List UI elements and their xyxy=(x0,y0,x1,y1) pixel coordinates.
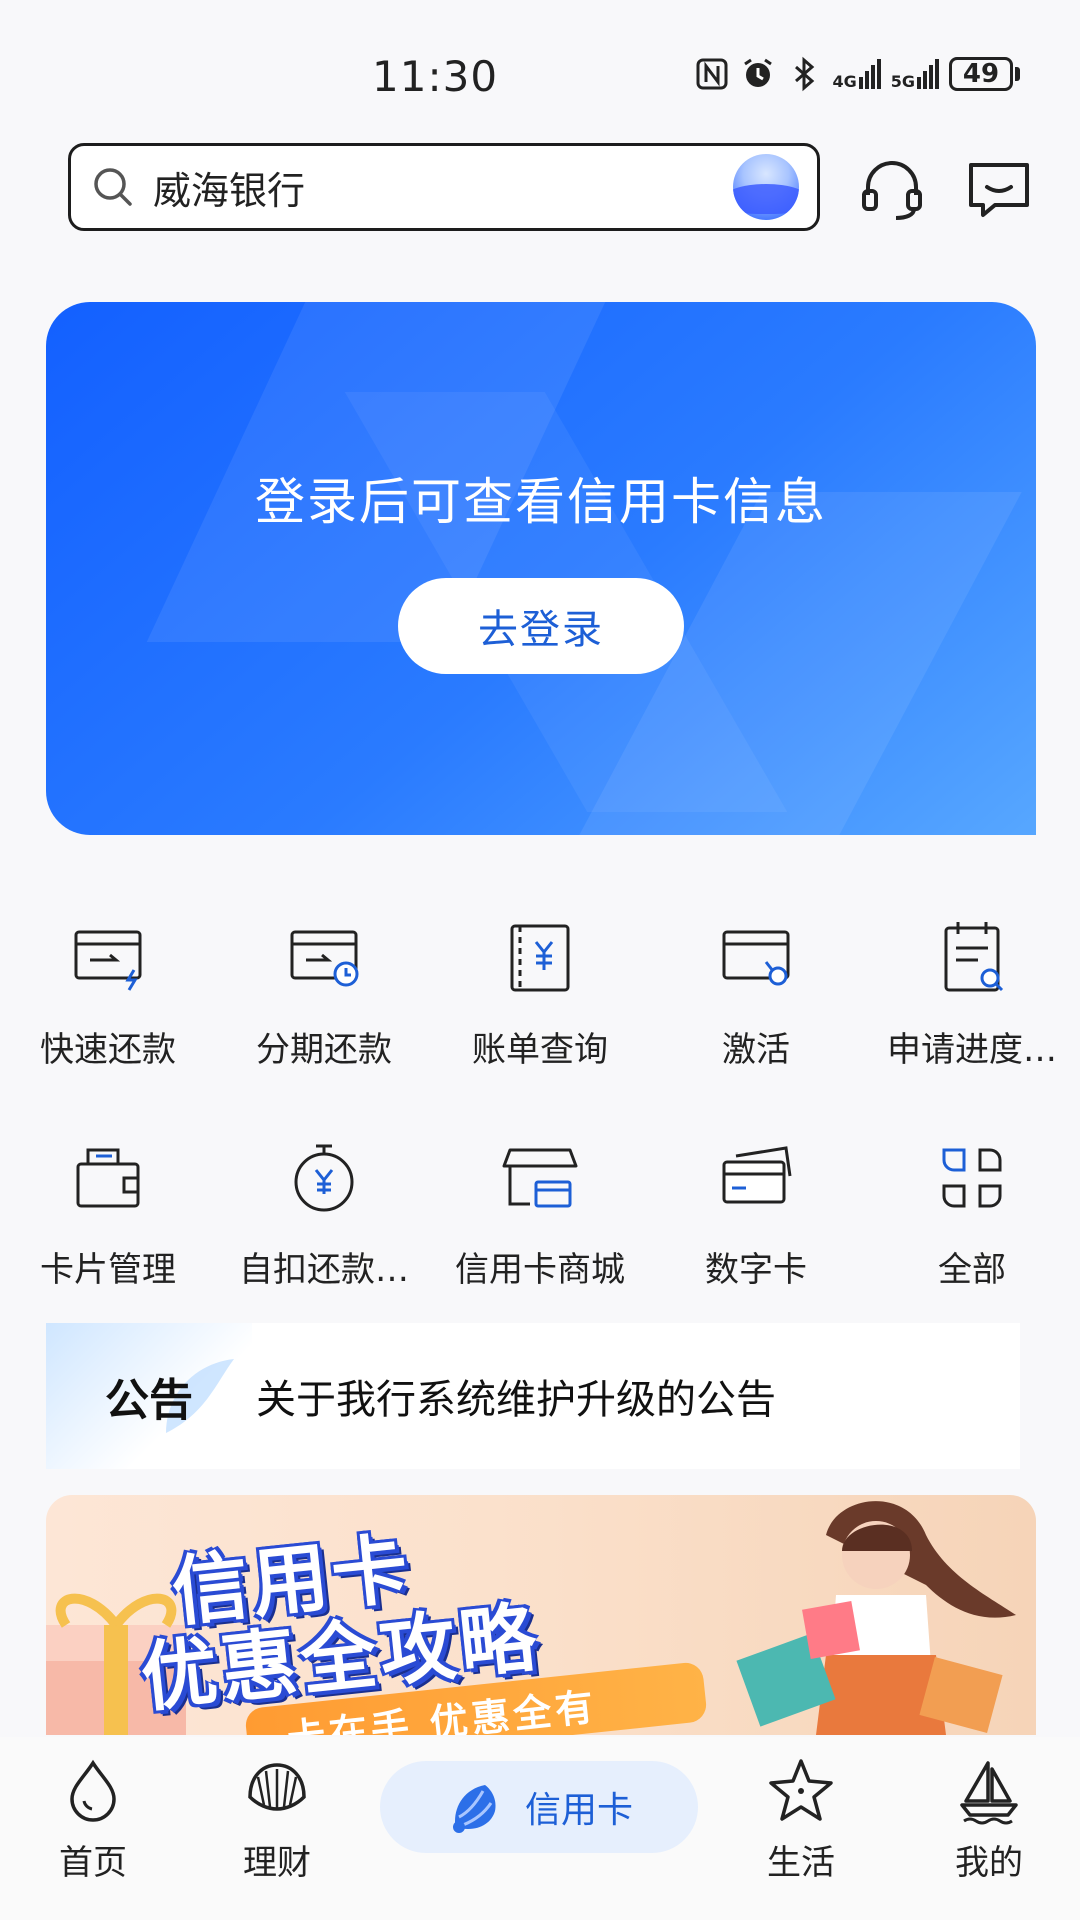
grid-row-1: 快速还款 分期还款 账单查询 激活 申请进度… xyxy=(0,900,1080,1120)
tab-life[interactable]: 生活 xyxy=(756,1755,846,1884)
notice-text: 关于我行系统维护升级的公告 xyxy=(256,1377,776,1423)
application-progress-item[interactable]: 申请进度… xyxy=(864,900,1080,1120)
card-management-item[interactable]: 卡片管理 xyxy=(0,1120,216,1340)
battery-indicator: 49 xyxy=(949,57,1020,91)
login-button[interactable]: 去登录 xyxy=(398,578,684,674)
auto-debit-item[interactable]: 自扣还款… xyxy=(216,1120,432,1340)
tab-credit-card[interactable]: 信用卡 xyxy=(380,1761,698,1853)
digital-card-item[interactable]: 数字卡 xyxy=(648,1120,864,1340)
wealth-shell-icon xyxy=(248,1763,306,1811)
search-text: 威海银行 xyxy=(153,168,306,213)
grid-row-2: 卡片管理 自扣还款… 信用卡商城 数字卡 全部 xyxy=(0,1120,1080,1340)
home-drop-icon xyxy=(70,1759,116,1822)
signal-5g: 5G xyxy=(891,59,939,90)
auto-debit-timer-icon xyxy=(294,1144,354,1212)
quick-repay-item[interactable]: 快速还款 xyxy=(0,900,216,1120)
credit-card-conch-icon xyxy=(452,1785,496,1833)
tab-wealth[interactable]: 理财 xyxy=(232,1755,322,1884)
mine-sailboat-icon xyxy=(960,1761,1018,1825)
digital-card-icon xyxy=(722,1146,792,1204)
message-icon[interactable] xyxy=(965,155,1033,223)
mall-store-icon xyxy=(502,1148,578,1208)
customer-service-icon[interactable] xyxy=(858,155,926,223)
voice-assistant-icon[interactable] xyxy=(733,154,799,220)
activate-item[interactable]: 激活 xyxy=(648,900,864,1120)
promo-banner[interactable]: 信用卡 优惠全攻略 卡在手 优惠全有 xyxy=(46,1495,1036,1735)
installment-repay-item[interactable]: 分期还款 xyxy=(216,900,432,1120)
credit-card-mall-item[interactable]: 信用卡商城 xyxy=(432,1120,648,1340)
quick-function-grid: 快速还款 分期还款 账单查询 激活 申请进度… 卡片管理 自扣还款… 信用卡商城… xyxy=(0,900,1080,1340)
life-starfish-icon xyxy=(769,1759,833,1821)
nfc-icon xyxy=(696,58,728,90)
alarm-icon xyxy=(744,58,773,87)
signal-4g: 4G xyxy=(832,59,881,90)
all-grid-icon xyxy=(942,1148,1002,1208)
login-prompt-title: 登录后可查看信用卡信息 xyxy=(255,473,827,531)
shopping-girl-illustration xyxy=(736,1501,1016,1735)
bill-query-icon xyxy=(510,924,570,992)
bill-query-item[interactable]: 账单查询 xyxy=(432,900,648,1120)
login-banner: 登录后可查看信用卡信息 去登录 xyxy=(46,302,1036,835)
tab-mine[interactable]: 我的 xyxy=(944,1755,1034,1884)
bluetooth-icon xyxy=(795,56,815,92)
installment-repay-icon xyxy=(290,930,359,987)
status-bar: 11:30 4G 5G 49 xyxy=(0,0,1080,120)
quick-repay-icon xyxy=(74,930,142,991)
all-functions-item[interactable]: 全部 xyxy=(864,1120,1080,1340)
activate-card-icon xyxy=(722,930,790,986)
application-progress-icon xyxy=(944,922,1004,992)
tab-home[interactable]: 首页 xyxy=(48,1755,138,1884)
notice-tag: 公告 xyxy=(46,1323,252,1469)
status-time: 11:30 xyxy=(372,52,499,101)
status-icons: 4G 5G 49 xyxy=(694,56,1020,92)
card-wallet-icon xyxy=(76,1148,140,1208)
notice-bar[interactable]: 公告 关于我行系统维护升级的公告 xyxy=(46,1323,1020,1469)
search-input[interactable]: 威海银行 xyxy=(68,143,820,231)
bottom-tab-bar: 首页 理财 信用卡 生活 我的 xyxy=(0,1737,1080,1920)
search-icon xyxy=(94,168,132,206)
app-root: 11:30 4G 5G 49 威海银行 登录后可查看信用卡信息 去登录 快速还款… xyxy=(0,0,1080,1920)
